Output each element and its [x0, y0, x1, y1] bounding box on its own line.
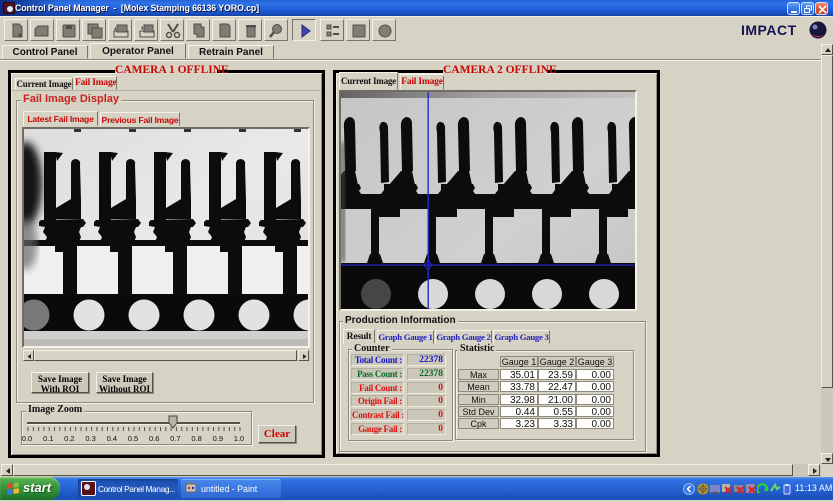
svg-text:0.3: 0.3 — [85, 434, 95, 443]
svg-text:0.8: 0.8 — [191, 434, 201, 443]
svg-text:0.4: 0.4 — [107, 434, 117, 443]
svg-text:0.1: 0.1 — [43, 434, 53, 443]
svg-text:0.2: 0.2 — [64, 434, 74, 443]
svg-text:0.9: 0.9 — [213, 434, 223, 443]
svg-text:0.5: 0.5 — [128, 434, 138, 443]
svg-text:1.0: 1.0 — [234, 434, 244, 443]
svg-text:0.7: 0.7 — [170, 434, 180, 443]
svg-text:0.6: 0.6 — [149, 434, 159, 443]
svg-text:0.0: 0.0 — [22, 434, 32, 443]
